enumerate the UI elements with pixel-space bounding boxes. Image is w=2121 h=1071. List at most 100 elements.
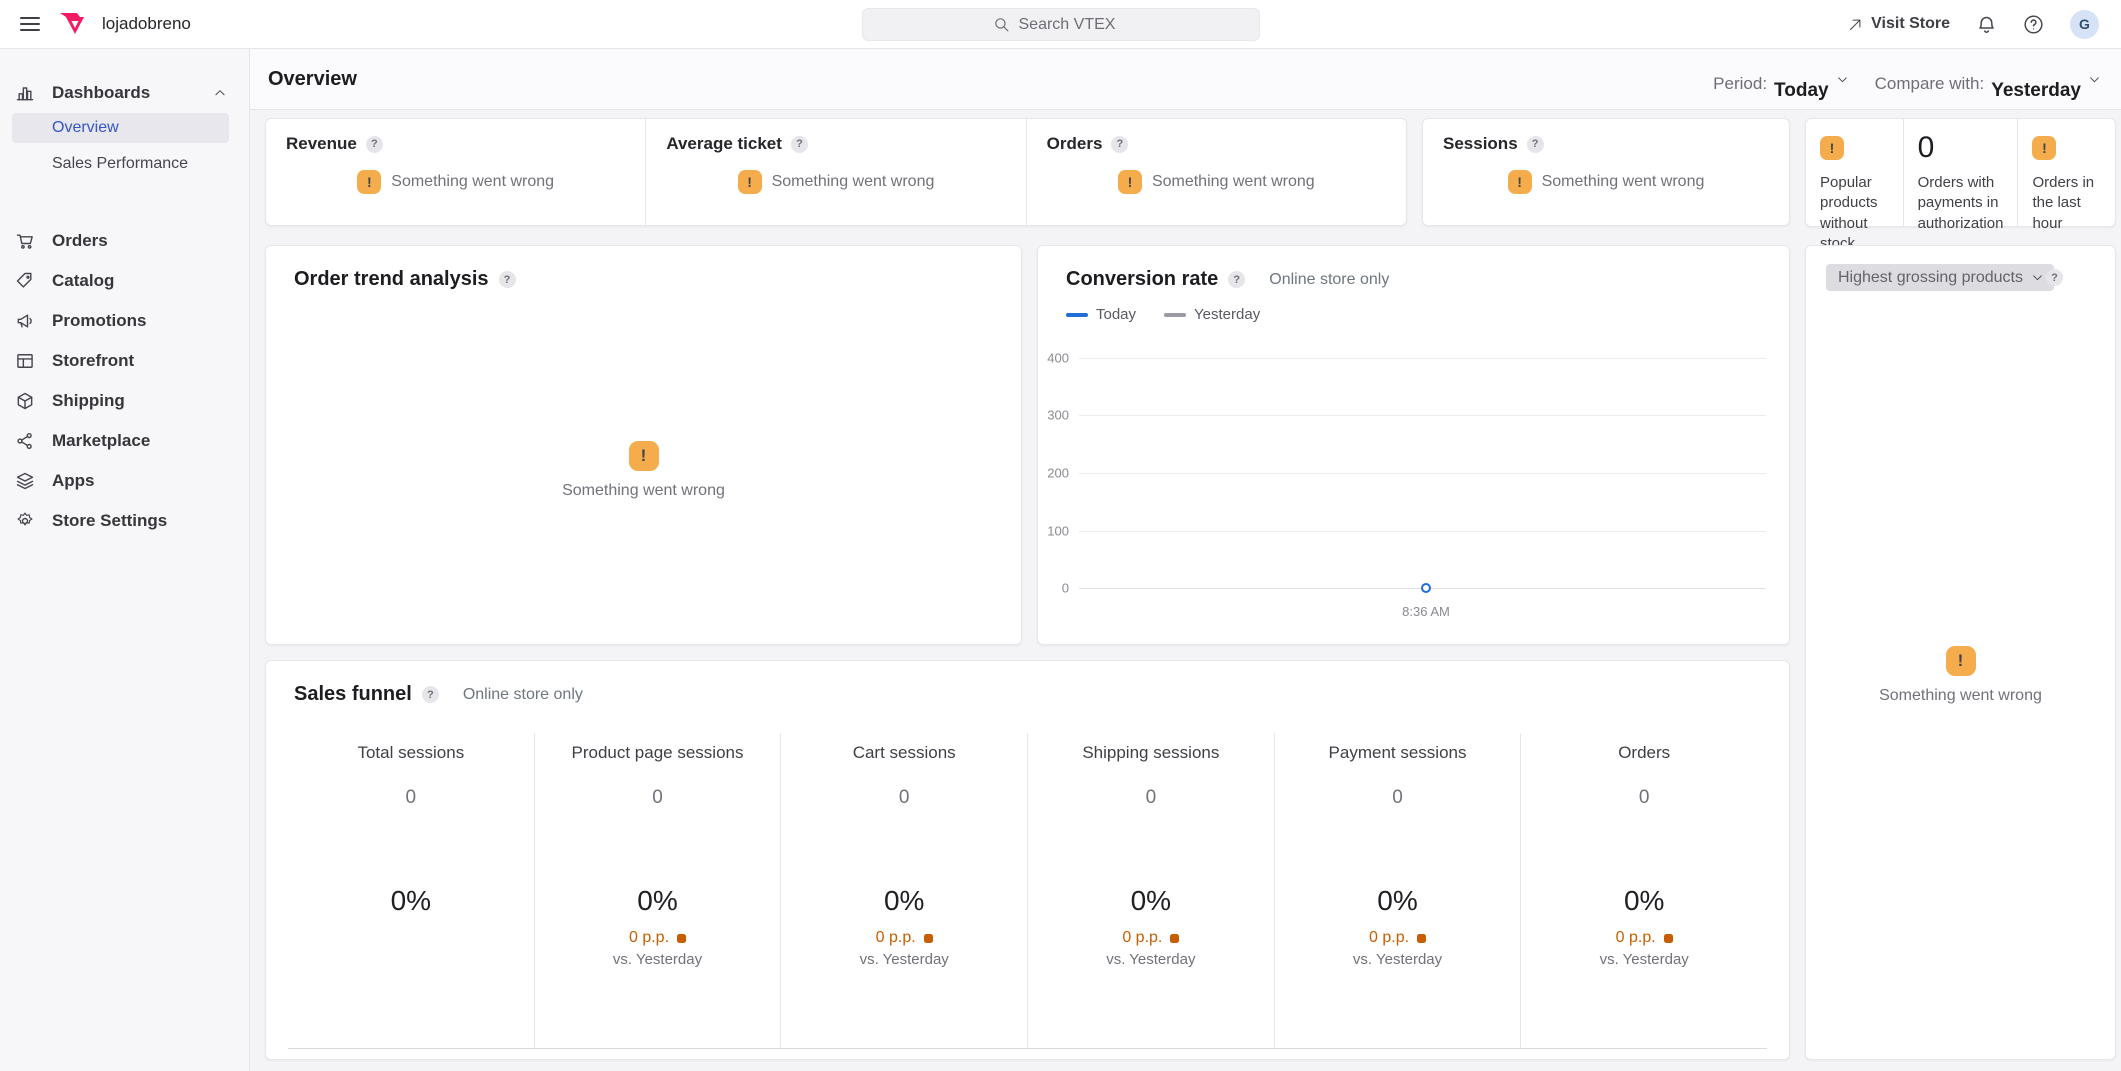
sidebar-item-dashboards[interactable]: Dashboards [0,73,249,113]
compare-label: Compare with: [1875,74,1985,94]
funnel-col-total-sessions: Total sessions 0 0% [288,733,534,1048]
period-label: Period: [1713,74,1767,94]
gear-icon [14,511,36,531]
conversion-rate-card: Conversion rate ? Online store only Toda… [1037,245,1790,645]
warning-icon: ! [1118,170,1142,194]
avatar[interactable]: G [2070,10,2099,39]
data-point-today [1421,583,1431,593]
y-tick: 300 [1047,408,1069,423]
kpi-card-group: Revenue ? ! Something went wrong Average… [265,118,1407,226]
compare-selector[interactable]: Compare with: Yesterday [1875,56,2101,102]
sidebar-item-marketplace[interactable]: Marketplace [0,421,249,461]
conversion-title: Conversion rate [1066,268,1218,291]
delta-bullet-icon [677,934,686,943]
store-name: lojadobreno [102,14,191,34]
chevron-down-icon [1836,73,1849,86]
kpi-revenue: Revenue ? ! Something went wrong [266,119,645,225]
online-store-only-note: Online store only [1269,271,1389,289]
error-message: Something went wrong [391,173,554,191]
kpi-sessions: Sessions ? ! Something went wrong [1423,119,1789,225]
delta-bullet-icon [924,934,933,943]
stat-orders-last-hour[interactable]: ! Orders in the last hour [2017,119,2115,226]
y-tick: 0 [1062,581,1069,596]
warning-icon: ! [738,170,762,194]
error-message: Something went wrong [1542,173,1705,191]
x-axis-label: 8:36 AM [1402,604,1450,619]
sidebar-item-orders[interactable]: Orders [0,221,249,261]
megaphone-icon [14,311,36,331]
sidebar-item-storefront[interactable]: Storefront [0,341,249,381]
legend-swatch-yesterday [1164,313,1186,317]
products-metric-select[interactable]: Highest grossing products [1826,264,2054,291]
error-message: Something went wrong [1152,173,1315,191]
delta-badge: 0 p.p. [1122,929,1179,947]
cube-icon [14,391,36,411]
help-button[interactable] [2023,14,2044,35]
delta-bullet-icon [1170,934,1179,943]
warning-icon: ! [1946,646,1976,676]
order-trend-title: Order trend analysis [294,268,489,291]
visit-store-label: Visit Store [1871,15,1950,33]
sidebar-item-promotions[interactable]: Promotions [0,301,249,341]
delta-badge: 0 p.p. [629,929,686,947]
delta-bullet-icon [1417,934,1426,943]
question-circle-icon [2023,14,2044,35]
menu-icon[interactable] [20,17,40,32]
products-metric-value: Highest grossing products [1838,269,2023,287]
layers-icon [14,471,36,491]
sidebar-item-shipping[interactable]: Shipping [0,381,249,421]
funnel-col-payment-sessions: Payment sessions 0 0% 0 p.p. vs. Yesterd… [1274,733,1521,1048]
search-input[interactable] [1019,16,1129,34]
share-nodes-icon [14,431,36,451]
kpi-orders: Orders ? ! Something went wrong [1026,119,1406,225]
tag-icon [14,271,36,291]
help-icon[interactable]: ? [366,136,383,153]
notifications-button[interactable] [1976,14,1997,35]
sidebar-item-label: Dashboards [52,83,150,103]
help-icon[interactable]: ? [499,271,516,288]
stat-popular-products-without-stock[interactable]: ! Popular products without stock [1806,119,1903,226]
sidebar-item-apps[interactable]: Apps [0,461,249,501]
error-message: Something went wrong [1879,687,2042,705]
sidebar-item-catalog[interactable]: Catalog [0,261,249,301]
help-icon[interactable]: ? [791,136,808,153]
help-icon[interactable]: ? [422,686,439,703]
order-trend-card: Order trend analysis ? ! Something went … [265,245,1022,645]
quick-stats-card: ! Popular products without stock 0 Order… [1805,118,2116,227]
stat-orders-payments-authorization[interactable]: 0 Orders with payments in authorization [1903,119,2018,226]
delta-badge: 0 p.p. [876,929,933,947]
funnel-col-shipping-sessions: Shipping sessions 0 0% 0 p.p. vs. Yester… [1027,733,1274,1048]
warning-icon: ! [629,441,659,471]
sidebar-item-store-settings[interactable]: Store Settings [0,501,249,541]
vtex-logo-icon [58,12,86,37]
stat-label: Popular products without stock [1820,173,1889,254]
help-icon[interactable]: ? [1111,136,1128,153]
vtex-logo[interactable] [58,12,86,37]
legend-today[interactable]: Today [1066,306,1136,323]
delta-badge: 0 p.p. [1369,929,1426,947]
delta-bullet-icon [1664,934,1673,943]
external-link-icon [1848,17,1863,32]
sidebar-item-sales-performance[interactable]: Sales Performance [12,149,229,179]
warning-icon: ! [1508,170,1532,194]
chevron-down-icon [2031,271,2044,284]
kpi-card-sessions: Sessions ? ! Something went wrong [1422,118,1790,226]
warning-icon: ! [1820,136,1844,160]
help-icon[interactable]: ? [2046,269,2063,286]
help-icon[interactable]: ? [1228,271,1245,288]
chevron-up-icon [213,86,227,100]
legend-yesterday[interactable]: Yesterday [1164,306,1260,323]
help-icon[interactable]: ? [1527,136,1544,153]
period-selector[interactable]: Period: Today [1713,56,1848,102]
global-search[interactable] [862,8,1260,41]
legend-swatch-today [1066,313,1088,317]
funnel-col-orders: Orders 0 0% 0 p.p. vs. Yesterday [1520,733,1767,1048]
stat-label: Orders with payments in authorization [1918,173,2004,234]
funnel-columns: Total sessions 0 0% Product page session… [288,733,1767,1049]
sidebar-item-overview[interactable]: Overview [12,113,229,143]
error-message: Something went wrong [772,173,935,191]
chart-legend: Today Yesterday [1066,306,1260,323]
visit-store-button[interactable]: Visit Store [1848,15,1950,33]
bell-icon [1976,14,1997,35]
y-tick: 100 [1047,524,1069,539]
